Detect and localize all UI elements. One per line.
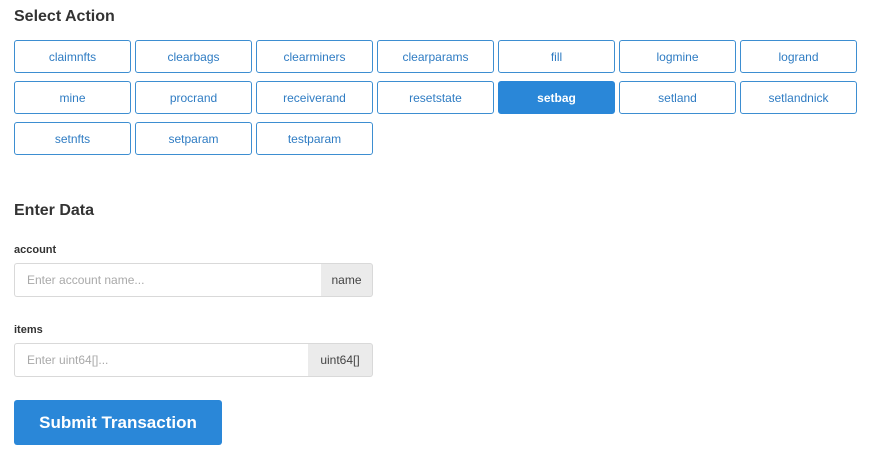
items-type-addon: uint64[] bbox=[308, 343, 373, 377]
account-input-group: name bbox=[14, 263, 373, 297]
items-input[interactable] bbox=[14, 343, 308, 377]
action-button-clearminers[interactable]: clearminers bbox=[256, 40, 373, 73]
action-button-receiverand[interactable]: receiverand bbox=[256, 81, 373, 114]
items-input-group: uint64[] bbox=[14, 343, 373, 377]
action-button-setparam[interactable]: setparam bbox=[135, 122, 252, 155]
action-button-setland[interactable]: setland bbox=[619, 81, 736, 114]
action-button-procrand[interactable]: procrand bbox=[135, 81, 252, 114]
action-button-clearparams[interactable]: clearparams bbox=[377, 40, 494, 73]
action-button-fill[interactable]: fill bbox=[498, 40, 615, 73]
action-button-resetstate[interactable]: resetstate bbox=[377, 81, 494, 114]
page: Select Action claimnfts clearbags clearm… bbox=[0, 0, 877, 454]
action-button-mine[interactable]: mine bbox=[14, 81, 131, 114]
action-button-logrand[interactable]: logrand bbox=[740, 40, 857, 73]
action-button-setbag[interactable]: setbag bbox=[498, 81, 615, 114]
account-field-label: account bbox=[14, 244, 57, 256]
action-button-clearbags[interactable]: clearbags bbox=[135, 40, 252, 73]
action-button-claimnfts[interactable]: claimnfts bbox=[14, 40, 131, 73]
action-button-testparam[interactable]: testparam bbox=[256, 122, 373, 155]
items-field-label: items bbox=[14, 324, 43, 336]
submit-transaction-button[interactable]: Submit Transaction bbox=[14, 400, 222, 445]
account-type-addon: name bbox=[321, 263, 373, 297]
action-button-setnfts[interactable]: setnfts bbox=[14, 122, 131, 155]
action-button-logmine[interactable]: logmine bbox=[619, 40, 736, 73]
action-button-setlandnick[interactable]: setlandnick bbox=[740, 81, 857, 114]
account-input[interactable] bbox=[14, 263, 321, 297]
select-action-heading: Select Action bbox=[14, 8, 115, 25]
enter-data-heading: Enter Data bbox=[14, 202, 95, 219]
action-button-grid: claimnfts clearbags clearminers clearpar… bbox=[14, 40, 862, 155]
